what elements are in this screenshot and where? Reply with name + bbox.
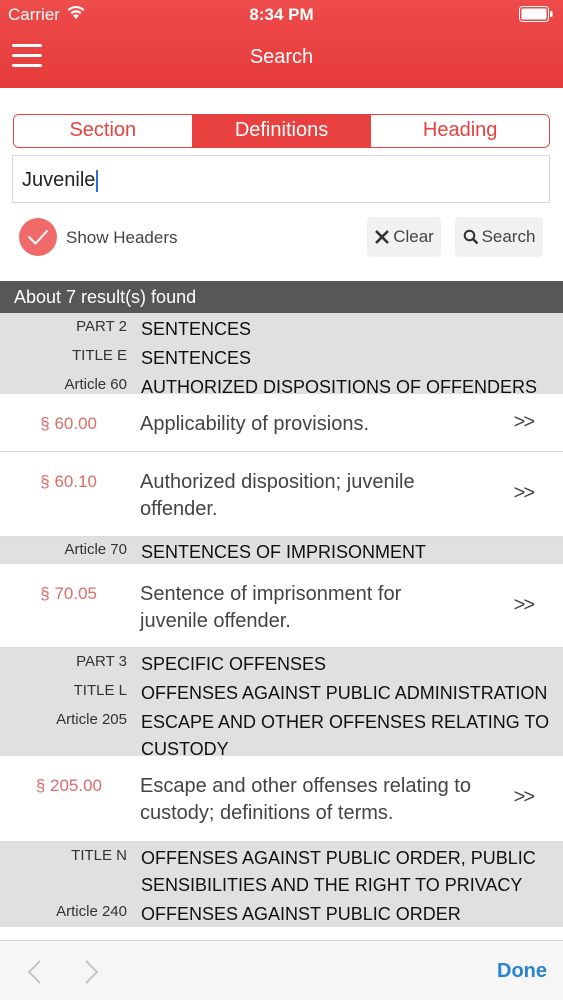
section-title: Authorized disposition; juvenile offende… [140,471,415,520]
header-key: Article 240 [56,903,127,920]
section-title: Sentence of imprisonment for juvenile of… [140,583,402,632]
header-key: PART 3 [76,653,127,670]
tab-heading[interactable]: Heading [370,115,549,147]
search-button[interactable]: Search [455,217,543,257]
section-result-row[interactable]: § 70.05 Sentence of imprisonment for juv… [0,564,563,648]
checkmark-icon [28,230,48,245]
header-value: OFFENSES AGAINST PUBLIC ADMINISTRATION [141,683,548,703]
header-value: SPECIFIC OFFENSES [141,654,327,674]
header-row: Article 240 OFFENSES AGAINST PUBLIC ORDER [0,899,563,928]
bottom-toolbar: Done [0,940,563,1000]
section-number: § 60.00 [40,414,97,433]
chevron-double-right-icon: >> [513,786,535,808]
text-caret [96,169,99,192]
section-title: Escape and other offenses relating to cu… [140,775,471,824]
search-button-label: Search [481,227,536,246]
status-bar: Carrier 8:34 PM [0,0,563,30]
results-header-group: TITLE N OFFENSES AGAINST PUBLIC ORDER, PU… [0,842,563,927]
header-row: PART 3 SPECIFIC OFFENSES [0,649,563,678]
results-list: PART 2 SENTENCES TITLE E SENTENCES Article… [0,313,563,927]
results-header-group: PART 3 SPECIFIC OFFENSES TITLE L OFFENSES … [0,648,563,759]
chevron-double-right-icon: >> [513,594,535,616]
page-title: Search [249,46,314,68]
chevron-double-right-icon: >> [513,482,535,504]
header-row: TITLE L OFFENSES AGAINST PUBLIC ADMINISTR… [0,678,563,707]
chevron-right-icon[interactable] [84,959,100,985]
search-input[interactable]: Juvenile [12,155,550,203]
header-key: Article 70 [64,541,127,558]
header-value: SENTENCES OF IMPRISONMENT [141,542,427,562]
results-summary: About 7 result(s) found [0,281,563,313]
header-key: Article 60 [64,376,127,393]
header-value: OFFENSES AGAINST PUBLIC ORDER [141,904,461,924]
header-value: SENTENCES [141,348,252,368]
done-button[interactable]: Done [497,960,547,983]
results-header-group: PART 2 SENTENCES TITLE E SENTENCES Article… [0,313,563,397]
chevron-left-icon[interactable] [26,959,42,985]
header-value: SENTENCES [141,319,252,339]
clear-button[interactable]: Clear [367,217,441,257]
header-row: PART 2 SENTENCES [0,314,563,343]
header-key: PART 2 [76,318,127,335]
nav-header: Carrier 8:34 PM Search [0,0,563,88]
tab-section[interactable]: Section [14,115,192,147]
header-row: Article 70 SENTENCES OF IMPRISONMENT [0,537,563,566]
header-row: Article 205 ESCAPE AND OTHER OFFENSES REL… [0,707,563,763]
tab-definitions[interactable]: Definitions [191,115,371,147]
close-icon [375,230,390,244]
header-value: OFFENSES AGAINST PUBLIC ORDER, PUBLIC SE… [141,848,536,895]
show-headers-checkbox[interactable] [19,218,57,256]
header-key: TITLE N [71,847,127,864]
search-input-value: Juvenile [22,169,96,191]
battery-icon [519,6,553,22]
section-number: § 60.10 [40,472,97,491]
status-time: 8:34 PM [249,5,314,24]
header-value: ESCAPE AND OTHER OFFENSES RELATING TO CU… [141,712,550,759]
section-title: Applicability of provisions. [140,413,369,435]
search-type-segmented-control: Section Definitions Heading [13,114,550,148]
section-number: § 205.00 [35,776,102,795]
header-key: TITLE L [73,682,127,699]
section-result-row[interactable]: § 60.00 Applicability of provisions. >> [0,394,563,452]
show-headers-label: Show Headers [66,228,178,247]
section-result-row[interactable]: § 205.00 Escape and other offenses relat… [0,756,563,842]
section-number: § 70.05 [40,584,97,603]
header-key: TITLE E [71,347,127,364]
header-row: TITLE E SENTENCES [0,343,563,372]
header-key: Article 205 [56,711,127,728]
results-header-group: Article 70 SENTENCES OF IMPRISONMENT [0,537,563,564]
header-row: TITLE N OFFENSES AGAINST PUBLIC ORDER, PU… [0,843,563,899]
search-icon [463,229,478,245]
clear-button-label: Clear [393,227,434,246]
section-result-row[interactable]: § 60.10 Authorized disposition; juvenile… [0,452,563,537]
chevron-double-right-icon: >> [513,411,535,433]
